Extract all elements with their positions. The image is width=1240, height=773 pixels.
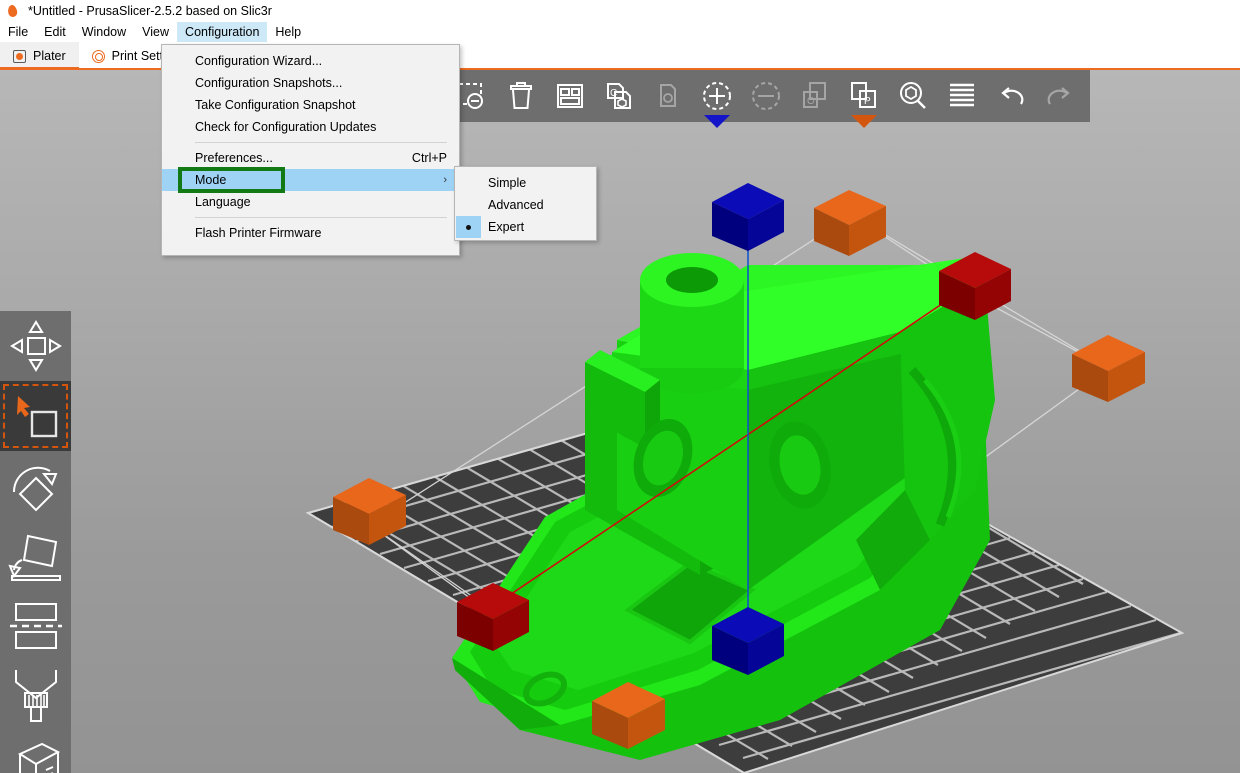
gear-icon (91, 49, 105, 63)
remove-instance-icon[interactable] (741, 73, 790, 119)
mode-submenu-item-expert-label: Expert (488, 220, 525, 234)
radio-indicator (456, 172, 481, 194)
menubar-item-edit[interactable]: Edit (36, 22, 74, 42)
menu-item-check-for-configuration-updates[interactable]: Check for Configuration Updates (162, 116, 459, 138)
radio-dot-icon (466, 224, 471, 230)
place-on-face-gizmo-icon[interactable] (0, 521, 71, 591)
window-title: *Untitled - PrusaSlicer-2.5.2 based on S… (28, 4, 272, 18)
prusaslicer-window: *Untitled - PrusaSlicer-2.5.2 based on S… (0, 0, 1240, 773)
menu-item-take-configuration-snapshot[interactable]: Take Configuration Snapshot (162, 94, 459, 116)
menu-item-preferences[interactable]: Preferences... Ctrl+P (162, 147, 459, 169)
menu-item-mode[interactable]: Mode › (162, 169, 459, 191)
menu-item-preferences-shortcut: Ctrl+P (411, 151, 447, 165)
copy-icon[interactable]: C (594, 73, 643, 119)
radio-indicator (456, 194, 481, 216)
menu-bar: File Edit Window View Configuration Help (0, 22, 1240, 42)
toolbar-pointer-orange (850, 115, 877, 128)
svg-text:P: P (864, 96, 871, 107)
top-toolbar: C O P (443, 70, 1090, 128)
delete-icon[interactable] (496, 73, 545, 119)
left-gizmo-toolbar (0, 311, 71, 773)
menu-separator (195, 142, 447, 143)
menu-item-flash-printer-firmware[interactable]: Flash Printer Firmware (162, 222, 459, 244)
menu-item-language[interactable]: Language (162, 191, 459, 213)
mode-submenu: Simple Advanced Expert (454, 166, 597, 241)
menubar-item-configuration[interactable]: Configuration (177, 22, 268, 42)
menu-item-configuration-snapshots[interactable]: Configuration Snapshots... (162, 72, 459, 94)
add-instance-icon[interactable] (692, 73, 741, 128)
layers-editing-icon[interactable] (937, 73, 986, 119)
menu-separator (195, 217, 447, 218)
svg-text:C: C (610, 88, 617, 99)
mode-submenu-item-simple-label: Simple (488, 176, 527, 190)
menu-item-configuration-wizard[interactable]: Configuration Wizard... (162, 50, 459, 72)
menubar-item-help[interactable]: Help (267, 22, 309, 42)
mode-submenu-item-advanced[interactable]: Advanced (455, 194, 596, 216)
undo-icon[interactable] (986, 73, 1035, 119)
prusaslicer-logo-icon (6, 4, 20, 18)
move-gizmo-icon[interactable] (0, 311, 71, 381)
plater-icon (13, 49, 26, 63)
menubar-item-window[interactable]: Window (74, 22, 134, 42)
svg-text:O: O (807, 96, 815, 107)
split-to-objects-icon[interactable]: O (790, 73, 839, 119)
menubar-item-view[interactable]: View (134, 22, 177, 42)
chevron-right-icon: › (443, 173, 447, 186)
scale-handle-corner (814, 190, 886, 256)
scale-handle-corner (1072, 335, 1145, 402)
scale-gizmo-icon[interactable] (0, 381, 71, 451)
menu-item-mode-label: Mode (195, 173, 227, 187)
redo-icon[interactable] (1035, 73, 1084, 119)
rotate-gizmo-icon[interactable] (0, 451, 71, 521)
tab-plater-label: Plater (33, 49, 66, 63)
toolbar-pointer-blue (703, 115, 730, 128)
cut-gizmo-icon[interactable] (0, 591, 71, 661)
tab-plater[interactable]: Plater (0, 42, 79, 70)
menu-item-preferences-label: Preferences... (195, 151, 273, 165)
title-bar: *Untitled - PrusaSlicer-2.5.2 based on S… (0, 0, 1240, 22)
seam-painting-gizmo-icon[interactable] (0, 731, 71, 773)
search-icon[interactable] (888, 73, 937, 119)
mode-submenu-item-simple[interactable]: Simple (455, 172, 596, 194)
scale-handle-z (712, 183, 784, 251)
paste-icon[interactable] (643, 73, 692, 119)
split-to-parts-icon[interactable]: P (839, 73, 888, 128)
mode-submenu-item-expert[interactable]: Expert (455, 216, 596, 238)
radio-indicator-checked (456, 216, 481, 238)
menubar-item-file[interactable]: File (0, 22, 36, 42)
mode-submenu-item-advanced-label: Advanced (488, 198, 544, 212)
configuration-menu: Configuration Wizard... Configuration Sn… (161, 44, 460, 256)
arrange-icon[interactable] (545, 73, 594, 119)
paint-support-gizmo-icon[interactable] (0, 661, 71, 731)
